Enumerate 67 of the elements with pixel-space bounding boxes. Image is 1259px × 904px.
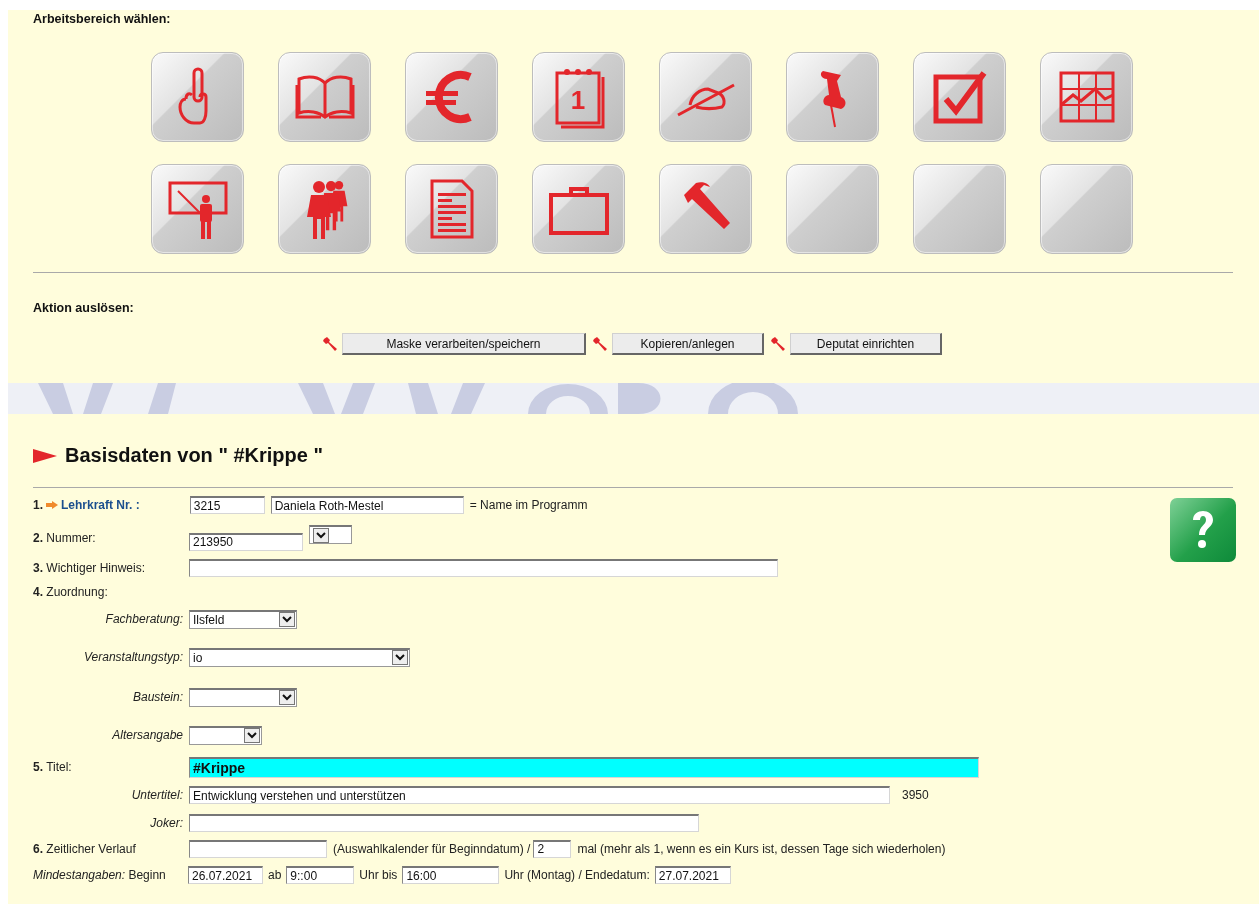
field-label: 2. Nummer: [33, 530, 97, 545]
field-label: Untertitel: [130, 788, 183, 802]
arrow-right-icon [46, 501, 58, 509]
help-button[interactable] [1170, 498, 1236, 562]
wrench-icon [770, 336, 786, 352]
subtitle-field[interactable]: Entwicklung verstehen und unterstützen [189, 786, 890, 804]
text-field[interactable] [189, 813, 699, 832]
workspace-button[interactable] [278, 164, 371, 254]
workspace-button[interactable] [659, 52, 752, 142]
date-field[interactable] [189, 839, 327, 858]
field-label: 6. Zeitlicher Verlauf [33, 841, 137, 856]
dropdown[interactable]: Ilsfeld [189, 609, 297, 629]
end-time-field[interactable]: 16:00 [402, 866, 500, 884]
field-label: Veranstaltungstyp: [83, 650, 183, 664]
field-note: Uhr bis [359, 868, 398, 882]
section-heading: Aktion auslösen: [33, 300, 135, 315]
action-button[interactable]: Deputat einrichten [790, 333, 942, 355]
field-label: Altersangabe [111, 728, 183, 742]
section-heading: Arbeitsbereich wählen: [33, 11, 172, 26]
field-note: = Name im Programm [469, 498, 588, 512]
field-label: Mindestangaben: Beginn [33, 868, 167, 882]
dropdown[interactable]: io [189, 647, 410, 667]
teacher-name-field[interactable]: Daniela Roth-Mestel [270, 496, 464, 514]
field-label: 5. Titel: [33, 760, 73, 774]
chevron-down-icon [279, 612, 295, 627]
workspace-button[interactable] [278, 52, 371, 142]
text-field[interactable] [189, 559, 778, 577]
workspace-button[interactable] [151, 164, 244, 254]
workspace-button[interactable] [151, 52, 244, 142]
wrench-icon [322, 336, 338, 352]
workspace-button[interactable] [913, 52, 1006, 142]
field-label: Baustein: [131, 690, 183, 704]
workspace-button[interactable] [405, 164, 498, 254]
workspace-button[interactable] [532, 164, 625, 254]
action-button[interactable]: Kopieren/anlegen [612, 333, 764, 355]
field-label: 4. Zuordnung: [33, 584, 109, 599]
field-note: ab [268, 868, 282, 882]
start-time-field[interactable]: 9::00 [286, 866, 355, 884]
count-field[interactable]: 2 [533, 839, 572, 858]
field-label: Fachberatung: [104, 612, 183, 626]
item-number: 1. [33, 498, 43, 512]
chevron-down-icon [392, 650, 408, 665]
question-mark-icon [1190, 510, 1216, 550]
chevron-down-icon [244, 728, 260, 743]
workspace-button[interactable] [405, 52, 498, 142]
field-label: Joker: [149, 815, 183, 830]
title-field[interactable]: #Krippe [189, 756, 979, 778]
chevron-down-icon [313, 527, 329, 543]
field-note: 3950 [902, 788, 929, 802]
triangle-icon [33, 448, 57, 463]
field-note: Uhr (Montag) / Endedatum: [504, 868, 650, 882]
workspace-button[interactable] [786, 52, 879, 142]
action-button[interactable]: Maske verarbeiten/speichern [342, 333, 586, 355]
workspace-button[interactable] [1040, 52, 1133, 142]
end-date-field[interactable]: 27.07.2021 [654, 866, 731, 884]
wrench-icon [592, 336, 608, 352]
teacher-link[interactable]: Lehrkraft Nr. : [61, 498, 140, 512]
field-label: 3. Wichtiger Hinweis: [33, 561, 147, 575]
workspace-button[interactable] [659, 164, 752, 254]
start-date-field[interactable]: 26.07.2021 [188, 866, 263, 884]
field-note: mal (mehr als 1, wenn es ein Kurs ist, dessen Tage sich wiederholen) [577, 841, 946, 856]
teacher-id-field[interactable]: 3215 [189, 496, 265, 514]
chevron-down-icon [279, 690, 295, 705]
field-note: (Auswahlkalender für Beginndatum) / [333, 841, 531, 856]
page-title: Basisdaten von " #Krippe " [65, 444, 323, 467]
number-field[interactable]: 213950 [189, 532, 303, 551]
dropdown[interactable] [309, 525, 352, 544]
